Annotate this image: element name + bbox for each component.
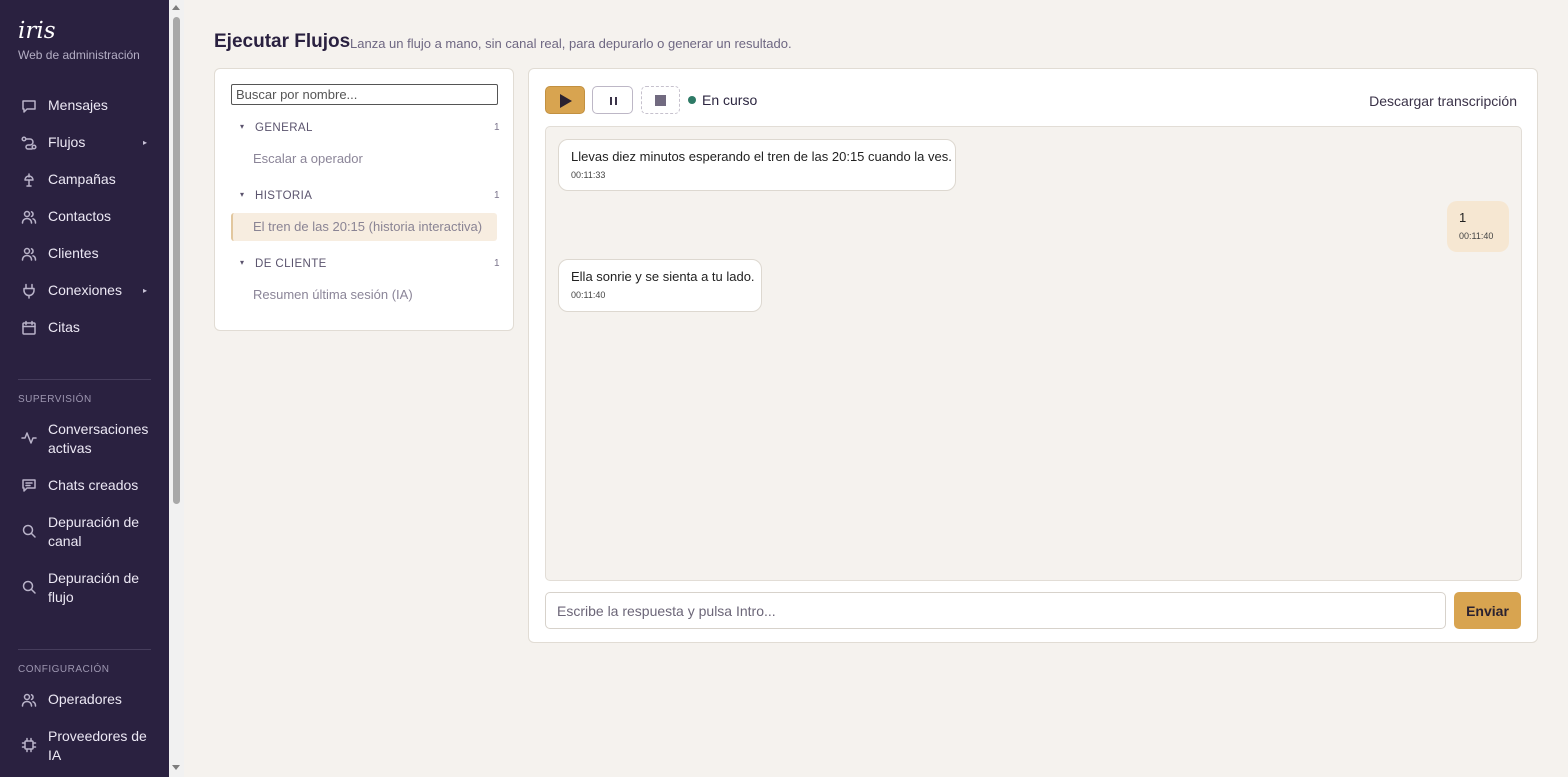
section-heading-supervision: SUPERVISIÓN (18, 394, 92, 405)
status-dot-icon (688, 96, 696, 104)
chevron-right-icon: ▸ (143, 138, 148, 147)
flow-item-resumen-sesion[interactable]: Resumen última sesión (IA) (231, 281, 497, 309)
message-text: 1 (1459, 210, 1467, 225)
chip-icon (21, 737, 37, 753)
message-time: 00:11:40 (1459, 231, 1494, 241)
sidebar-item-chats-creados[interactable]: Chats creados (0, 476, 169, 495)
reply-input[interactable] (545, 592, 1446, 629)
sidebar-item-label: Clientes (48, 245, 99, 261)
sidebar-item-label: Operadores (48, 691, 122, 707)
section-heading-configuracion: CONFIGURACIÓN (18, 664, 110, 675)
sidebar-item-label: Contactos (48, 208, 112, 224)
sidebar-item-label: Campañas (48, 171, 116, 187)
play-button[interactable] (545, 86, 585, 114)
flow-group-count: 1 (494, 190, 500, 201)
flow-runner-panel: En curso Descargar transcripción Llevas … (528, 68, 1538, 643)
calendar-icon (21, 320, 37, 336)
chat-message-user: 1 00:11:40 (1447, 201, 1509, 252)
page-subtitle: Lanza un flujo a mano, sin canal real, p… (350, 36, 792, 51)
users-icon (21, 246, 37, 262)
scroll-down-arrow-icon[interactable] (172, 765, 180, 770)
sidebar-item-label: Depuración de flujo (48, 570, 140, 605)
sidebar-item-label: Citas (48, 319, 80, 335)
sidebar-divider (18, 379, 151, 380)
send-button[interactable]: Enviar (1454, 592, 1521, 629)
flow-group-de-cliente[interactable]: ▾ DE CLIENTE 1 (240, 258, 500, 272)
caret-down-icon: ▾ (240, 190, 245, 199)
message-text: Ella sonrie y se sienta a tu lado. (571, 269, 755, 284)
sidebar-item-label: Depuración de canal (48, 514, 140, 549)
scrollbar-thumb[interactable] (173, 17, 180, 504)
flow-group-count: 1 (494, 122, 500, 133)
chat-lines-icon (21, 477, 37, 493)
sidebar-item-depuracion-canal[interactable]: Depuración de canal (0, 513, 169, 551)
flow-icon (21, 135, 37, 151)
sidebar-item-label: Flujos (48, 134, 86, 150)
sidebar-item-conexiones[interactable]: Conexiones ▸ (0, 281, 169, 300)
chevron-right-icon: ▸ (143, 286, 148, 295)
scroll-up-arrow-icon[interactable] (172, 5, 180, 10)
sidebar-item-operadores[interactable]: Operadores (0, 690, 169, 709)
download-transcript-link[interactable]: Descargar transcripción (1369, 93, 1517, 109)
sidebar-item-contactos[interactable]: Contactos (0, 207, 169, 226)
run-status: En curso (702, 92, 758, 108)
message-text: Llevas diez minutos esperando el tren de… (571, 149, 952, 164)
sidebar-item-label: Proveedores de IA (48, 728, 147, 763)
sidebar-item-clientes[interactable]: Clientes (0, 244, 169, 263)
sidebar-item-proveedores-ia[interactable]: Proveedores de IA (0, 727, 169, 765)
play-icon (560, 94, 572, 108)
message-time: 00:11:40 (571, 290, 606, 300)
sidebar-item-conversaciones-activas[interactable]: Conversaciones activas (0, 420, 169, 458)
brand-subtitle: Web de administración (18, 48, 140, 62)
flow-group-count: 1 (494, 258, 500, 269)
sidebar-item-mensajes[interactable]: Mensajes (0, 96, 169, 115)
search-icon (21, 523, 37, 539)
sidebar-scrollbar[interactable] (169, 0, 184, 777)
chat-message-bot: Ella sonrie y se sienta a tu lado. 00:11… (558, 259, 762, 312)
brand-logo[interactable]: iris (18, 18, 56, 44)
flow-item-escalar-operador[interactable]: Escalar a operador (231, 145, 497, 173)
search-icon (21, 579, 37, 595)
flow-group-name: DE CLIENTE (255, 258, 327, 270)
pause-button[interactable] (592, 86, 633, 114)
sidebar-item-flujos[interactable]: Flujos ▸ (0, 133, 169, 152)
page-title: Ejecutar Flujos (214, 31, 351, 52)
flow-group-name: GENERAL (255, 122, 313, 134)
flow-item-tren-2015[interactable]: El tren de las 20:15 (historia interacti… (231, 213, 497, 241)
sidebar-item-depuracion-flujo[interactable]: Depuración de flujo (0, 569, 169, 607)
flow-group-historia[interactable]: ▾ HISTORIA 1 (240, 190, 500, 204)
stop-icon (655, 95, 666, 106)
plug-icon (21, 283, 37, 299)
sidebar-item-label: Conexiones (48, 282, 122, 298)
sidebar-item-label: Chats creados (48, 477, 139, 493)
chat-transcript[interactable]: Llevas diez minutos esperando el tren de… (545, 126, 1522, 581)
sidebar-divider (18, 649, 151, 650)
sidebar-item-campanas[interactable]: Campañas (0, 170, 169, 189)
users-icon (21, 692, 37, 708)
campaign-icon (21, 172, 37, 188)
sidebar-item-citas[interactable]: Citas (0, 318, 169, 337)
stop-button[interactable] (641, 86, 680, 114)
chat-message-bot: Llevas diez minutos esperando el tren de… (558, 139, 956, 191)
flow-list-panel: ▾ GENERAL 1 Escalar a operador ▾ HISTORI… (214, 68, 514, 331)
flow-search-input[interactable] (231, 84, 498, 105)
message-time: 00:11:33 (571, 170, 606, 180)
caret-down-icon: ▾ (240, 258, 245, 267)
sidebar: iris Web de administración Mensajes Fluj… (0, 0, 169, 777)
message-square-icon (21, 98, 37, 114)
sidebar-item-label: Mensajes (48, 97, 108, 113)
activity-icon (21, 430, 37, 446)
pause-icon (610, 97, 617, 105)
flow-group-name: HISTORIA (255, 190, 313, 202)
sidebar-item-label: Conversaciones activas (48, 421, 149, 456)
caret-down-icon: ▾ (240, 122, 245, 131)
users-icon (21, 209, 37, 225)
flow-group-general[interactable]: ▾ GENERAL 1 (240, 122, 500, 136)
